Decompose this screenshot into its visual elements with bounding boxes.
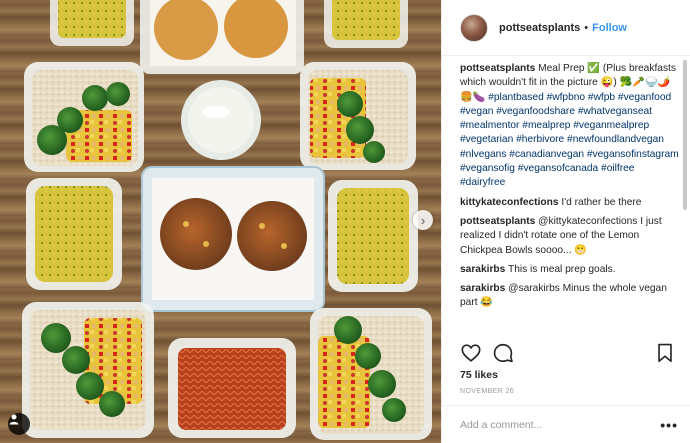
comment-text: This is meal prep goals. <box>507 263 616 275</box>
post-date: NOVEMBER 26 <box>460 388 515 395</box>
person-tag-icon[interactable] <box>8 413 30 435</box>
comment-item: kittykateconfections I'd rather be there <box>460 196 682 210</box>
comment-input[interactable] <box>460 418 661 431</box>
comments-list[interactable]: pottseatsplants Meal Prep ✅ (Plus breakf… <box>460 62 682 340</box>
comment-username[interactable]: sarakirbs <box>460 264 505 275</box>
comment-username[interactable]: sarakirbs <box>460 283 505 294</box>
header-separator: • <box>584 21 589 34</box>
avatar[interactable] <box>460 13 488 42</box>
follow-button[interactable]: Follow <box>592 22 627 34</box>
chevron-right-icon: › <box>420 212 426 228</box>
post-header: pottseatsplants • Follow <box>442 0 690 56</box>
comment-username[interactable]: kittykateconfections <box>460 197 559 208</box>
meal-prep-illustration <box>22 0 432 440</box>
comments-scrollbar[interactable] <box>683 60 687 210</box>
caption-username[interactable]: pottseatsplants <box>460 63 535 74</box>
add-comment-bar: ••• <box>442 405 690 443</box>
carousel-next-button[interactable]: › <box>413 210 433 230</box>
comment-item: sarakirbs This is meal prep goals. <box>460 263 682 277</box>
post-photo[interactable]: › <box>0 0 441 443</box>
more-options-icon[interactable]: ••• <box>660 417 678 433</box>
comment-username[interactable]: pottseatsplants <box>460 216 535 227</box>
header-username[interactable]: pottseatsplants <box>499 22 580 34</box>
comment-item: pottseatsplants @kittykateconfections I … <box>460 215 682 258</box>
comment-item: sarakirbs @sarakirbs Minus the whole veg… <box>460 282 682 311</box>
post-details-panel: pottseatsplants • Follow pottseatsplants… <box>441 0 690 443</box>
likes-count[interactable]: 75 likes <box>460 369 498 381</box>
post-caption: pottseatsplants Meal Prep ✅ (Plus breakf… <box>460 62 682 191</box>
bookmark-icon[interactable] <box>654 342 676 364</box>
comment-icon[interactable] <box>492 342 514 364</box>
comment-text: I'd rather be there <box>561 196 642 208</box>
caption-hashtags[interactable]: #plantbased #wfpbno #wfpb #veganfood #ve… <box>460 92 679 189</box>
heart-icon[interactable] <box>460 342 482 364</box>
action-bar <box>460 340 676 366</box>
